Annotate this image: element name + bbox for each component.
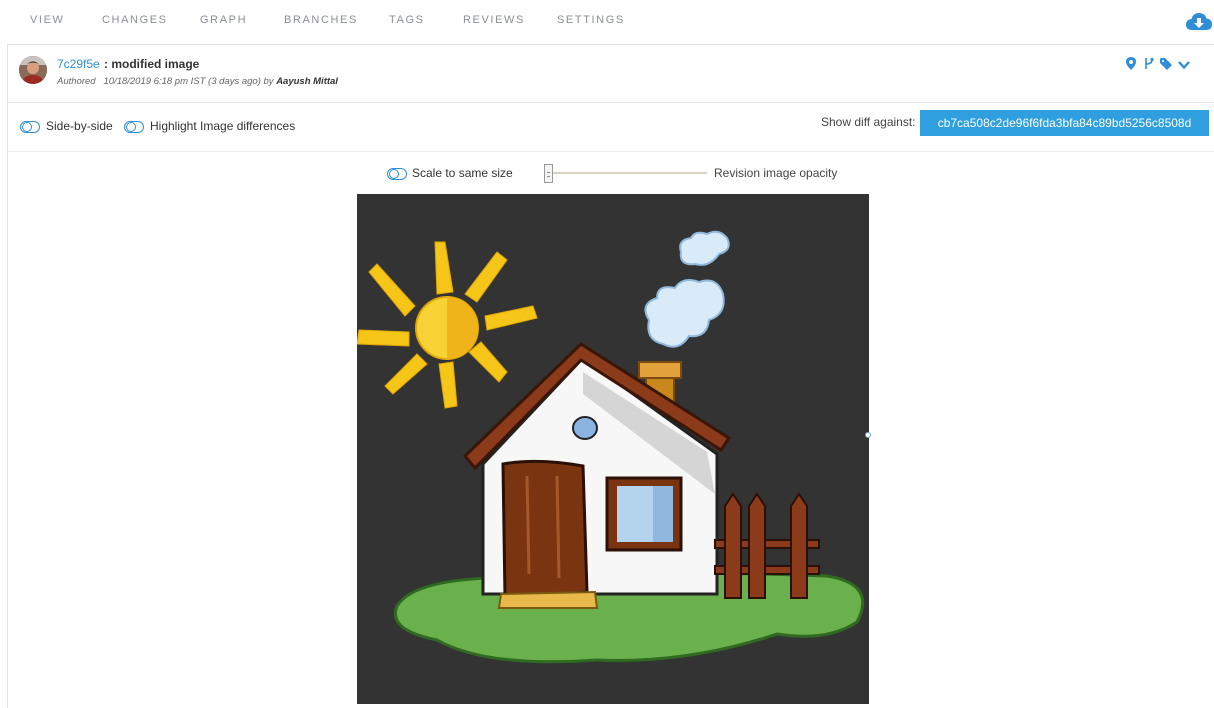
commit-hash-link[interactable]: 7c29f5e (57, 57, 100, 71)
tab-view[interactable]: VIEW (30, 14, 65, 26)
image-edge-handle[interactable] (865, 432, 871, 438)
toggle-icon (387, 167, 407, 180)
commit-message: : modified image (104, 57, 200, 71)
side-by-side-toggle[interactable]: Side-by-side (20, 119, 113, 133)
tab-reviews[interactable]: REVIEWS (463, 14, 525, 26)
tab-graph[interactable]: GRAPH (200, 14, 247, 26)
highlight-differences-toggle[interactable]: Highlight Image differences (124, 119, 295, 133)
toggle-icon (124, 120, 144, 133)
commit-author: Aayush Mittal (276, 76, 338, 87)
tab-branches[interactable]: BRANCHES (284, 14, 358, 26)
scale-label: Scale to same size (412, 166, 513, 180)
highlight-label: Highlight Image differences (150, 119, 296, 133)
authored-label: Authored (57, 76, 96, 87)
house-illustration (357, 194, 869, 704)
tag-icon[interactable] (1160, 57, 1172, 75)
branch-icon[interactable] (1144, 57, 1154, 75)
image-controls: Scale to same size Revision image opacit… (0, 160, 1214, 186)
map-pin-icon[interactable] (1126, 57, 1136, 75)
diff-commit-button[interactable]: cb7ca508c2de96f6fda3bfa84c89bd5256c8508d (920, 110, 1209, 136)
left-rail (0, 44, 8, 708)
cloud-download-icon[interactable] (1185, 10, 1213, 34)
scale-to-same-size-toggle[interactable]: Scale to same size (387, 166, 513, 180)
commit-header: 7c29f5e : modified image Authored 10/18/… (8, 44, 1214, 103)
revision-image (357, 194, 869, 704)
tab-settings[interactable]: SETTINGS (557, 14, 625, 26)
toggle-icon (20, 120, 40, 133)
side-by-side-label: Side-by-side (46, 119, 113, 133)
diff-options-bar: Side-by-side Highlight Image differences… (8, 104, 1214, 152)
avatar (19, 56, 47, 84)
opacity-slider-track[interactable] (549, 172, 707, 174)
chevron-down-icon[interactable] (1178, 57, 1190, 75)
commit-meta: Authored 10/18/2019 6:18 pm IST (3 days … (57, 76, 338, 87)
show-diff-label: Show diff against: (821, 115, 916, 129)
opacity-slider-handle[interactable] (544, 164, 553, 183)
tab-changes[interactable]: CHANGES (102, 14, 168, 26)
opacity-label: Revision image opacity (714, 166, 838, 180)
commit-date: 10/18/2019 6:18 pm IST (3 days ago) by (103, 76, 274, 87)
tab-tags[interactable]: TAGS (389, 14, 425, 26)
top-navigation: VIEW CHANGES GRAPH BRANCHES TAGS REVIEWS… (0, 0, 1214, 42)
